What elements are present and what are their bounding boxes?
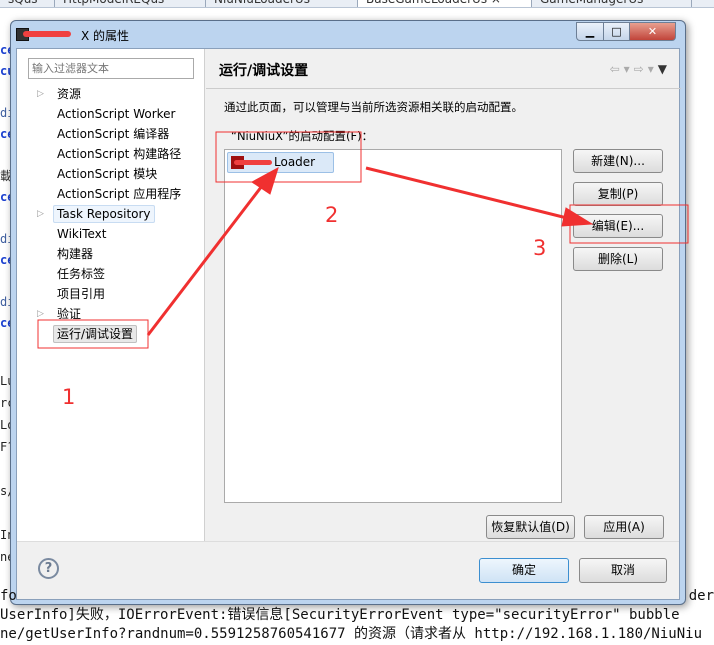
tree-item-label: ActionScript 应用程序 <box>57 187 182 201</box>
maximize-button[interactable]: □ <box>603 22 630 41</box>
tree-item-label: WikiText <box>57 227 107 241</box>
tree-item[interactable]: 任务标签 <box>37 264 185 284</box>
annotation-label-1: 1 <box>62 385 76 409</box>
editor-tab[interactable]: HttpModelREQus <box>55 0 206 7</box>
back-icon[interactable]: ⇦ <box>610 62 624 76</box>
edit-button[interactable]: 编辑(E)... <box>573 214 663 238</box>
ok-button[interactable]: 确定 <box>479 558 569 583</box>
divider <box>206 88 681 89</box>
view-menu-icon[interactable]: ▼ <box>658 62 671 76</box>
filter-input[interactable] <box>28 58 194 79</box>
tree-item[interactable]: ActionScript 构建路径 <box>37 144 185 164</box>
expand-icon[interactable]: ▷ <box>37 304 44 324</box>
redaction-mark <box>23 31 71 37</box>
config-list-label: “NiuNiuX”的启动配置(F)： <box>231 129 374 143</box>
tree-item-label: 资源 <box>57 87 82 101</box>
dialog-body: ▷ 资源 ActionScript Worker ActionScript 编译器 Ac… <box>16 48 681 600</box>
expand-icon[interactable]: ▷ <box>37 204 44 224</box>
tree-item[interactable]: 项目引用 <box>37 284 185 304</box>
editor-tab[interactable]: GameManagerUs <box>532 0 692 7</box>
tree-item-label: 任务标签 <box>57 267 106 281</box>
cancel-button[interactable]: 取消 <box>579 558 667 583</box>
tree-item-label: 项目引用 <box>57 287 106 301</box>
expand-icon[interactable]: ▷ <box>37 84 44 104</box>
page-description: 通过此页面，可以管理与当前所选资源相关联的启动配置。 <box>224 100 523 114</box>
tree-item[interactable]: ActionScript 编译器 <box>37 124 185 144</box>
delete-button[interactable]: 删除(L) <box>573 247 663 271</box>
editor-tab-active[interactable]: BaseGameLoaderUs × <box>358 0 532 7</box>
tree-item-label: ActionScript 模块 <box>57 167 158 181</box>
category-tree: ▷ 资源 ActionScript Worker ActionScript 编译器 Ac… <box>37 84 185 344</box>
restore-defaults-button[interactable]: 恢复默认值(D) <box>486 515 575 539</box>
minimize-button[interactable]: ▁ <box>576 22 604 41</box>
tree-item[interactable]: ActionScript 应用程序 <box>37 184 185 204</box>
tree-item-label: ActionScript 构建路径 <box>57 147 182 161</box>
page-title: 运行/调试设置 <box>219 63 309 79</box>
help-icon[interactable]: ? <box>38 558 59 579</box>
tree-item[interactable]: WikiText <box>37 224 185 244</box>
console-line: ne/getUserInfo?randnum=0.559125876054167… <box>0 626 703 642</box>
tree-item[interactable]: ActionScript Worker <box>37 104 185 124</box>
back-menu-icon[interactable]: ▾ <box>624 62 634 76</box>
nav-controls: ⇦▾⇨▾▼ <box>610 62 671 76</box>
copy-button[interactable]: 复制(P) <box>573 182 663 206</box>
apply-button[interactable]: 应用(A) <box>584 515 664 539</box>
background-editor: cecudice載cedicedice <box>0 43 10 330</box>
console-line: UserInfo]失败，IOErrorEvent:错误信息[SecurityEr… <box>0 607 680 623</box>
tree-item[interactable]: ▷ 验证 <box>37 304 185 324</box>
tree-item[interactable]: ▷ 资源 <box>37 84 185 104</box>
new-button[interactable]: 新建(N)... <box>573 149 663 173</box>
redaction-mark <box>234 160 272 165</box>
settings-pane: 运行/调试设置 ⇦▾⇨▾▼ 通过此页面，可以管理与当前所选资源相关联的启动配置。… <box>206 49 681 541</box>
tree-item[interactable]: ActionScript 模块 <box>37 164 185 184</box>
forward-icon[interactable]: ⇨ <box>634 62 648 76</box>
title-bar: X 的属性 ▁ □ ✕ <box>11 21 685 49</box>
tree-item[interactable]: ▷ Task Repository <box>37 204 185 224</box>
tree-item-label: 构建器 <box>57 247 94 261</box>
list-item[interactable]: Loader <box>227 152 334 173</box>
tree-item-label: 运行/调试设置 <box>53 325 138 343</box>
editor-tab[interactable]: sQus <box>0 0 55 7</box>
category-pane: ▷ 资源 ActionScript Worker ActionScript 编译器 Ac… <box>17 49 205 541</box>
editor-tab-bar: sQus HttpModelREQus NiuNiuLoaderUs BaseG… <box>0 0 714 8</box>
launch-config-list[interactable]: Loader <box>224 149 562 503</box>
dialog-title: X 的属性 <box>81 29 130 43</box>
editor-tab[interactable]: NiuNiuLoaderUs <box>206 0 358 7</box>
console-line: fo der <box>0 588 714 604</box>
annotation-label-2: 2 <box>325 203 339 227</box>
properties-dialog: X 的属性 ▁ □ ✕ ▷ 资源 ActionScript Worker Action… <box>10 20 686 605</box>
close-button[interactable]: ✕ <box>629 22 676 41</box>
tree-item-label: Task Repository <box>53 205 155 223</box>
annotation-label-3: 3 <box>533 236 547 260</box>
tree-item[interactable]: 运行/调试设置 <box>37 324 185 344</box>
tree-item[interactable]: 构建器 <box>37 244 185 264</box>
tree-item-label: 验证 <box>57 307 82 321</box>
tree-item-label: ActionScript 编译器 <box>57 127 170 141</box>
tree-item-label: ActionScript Worker <box>57 107 176 121</box>
forward-menu-icon[interactable]: ▾ <box>648 62 658 76</box>
